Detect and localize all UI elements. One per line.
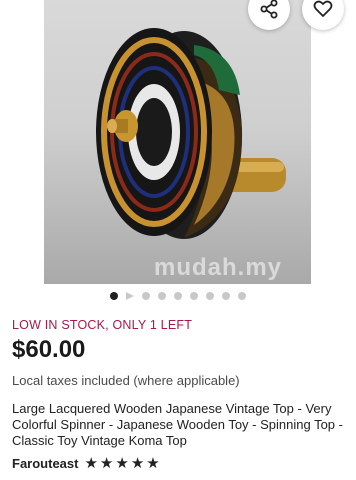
product-photo[interactable]: mudah.my [44, 0, 311, 284]
price: $60.00 [12, 336, 86, 363]
seller-row[interactable]: Farouteast ★ ★ ★ ★ ★ [12, 456, 160, 472]
gallery-dot[interactable] [174, 292, 182, 300]
taxes-note: Local taxes included (where applicable) [12, 373, 240, 388]
gallery-dot[interactable] [238, 292, 246, 300]
watermark: mudah.my [154, 254, 283, 281]
star-icon: ★ [130, 454, 145, 472]
gallery-pagination[interactable] [0, 292, 356, 300]
gallery-video-indicator[interactable] [126, 292, 134, 300]
gallery-dot[interactable] [190, 292, 198, 300]
seller-name[interactable]: Farouteast [12, 456, 78, 471]
star-icon: ★ [84, 454, 98, 472]
product-gallery[interactable]: mudah.my [0, 0, 356, 284]
star-icon: ★ [99, 454, 114, 472]
gallery-dot[interactable] [142, 292, 150, 300]
stock-notice: LOW IN STOCK, ONLY 1 LEFT [12, 318, 193, 332]
gallery-dot[interactable] [222, 292, 230, 300]
star-icon: ★ [115, 454, 129, 472]
share-icon [260, 0, 278, 19]
heart-icon [313, 0, 333, 17]
rating-stars[interactable]: ★ ★ ★ ★ ★ [84, 456, 159, 471]
star-icon: ★ [146, 454, 160, 472]
gallery-dot[interactable] [158, 292, 166, 300]
gallery-dot[interactable] [110, 292, 118, 300]
spinning-top-illustration [96, 28, 286, 239]
gallery-dot[interactable] [206, 292, 214, 300]
product-title: Large Lacquered Wooden Japanese Vintage … [12, 401, 343, 448]
